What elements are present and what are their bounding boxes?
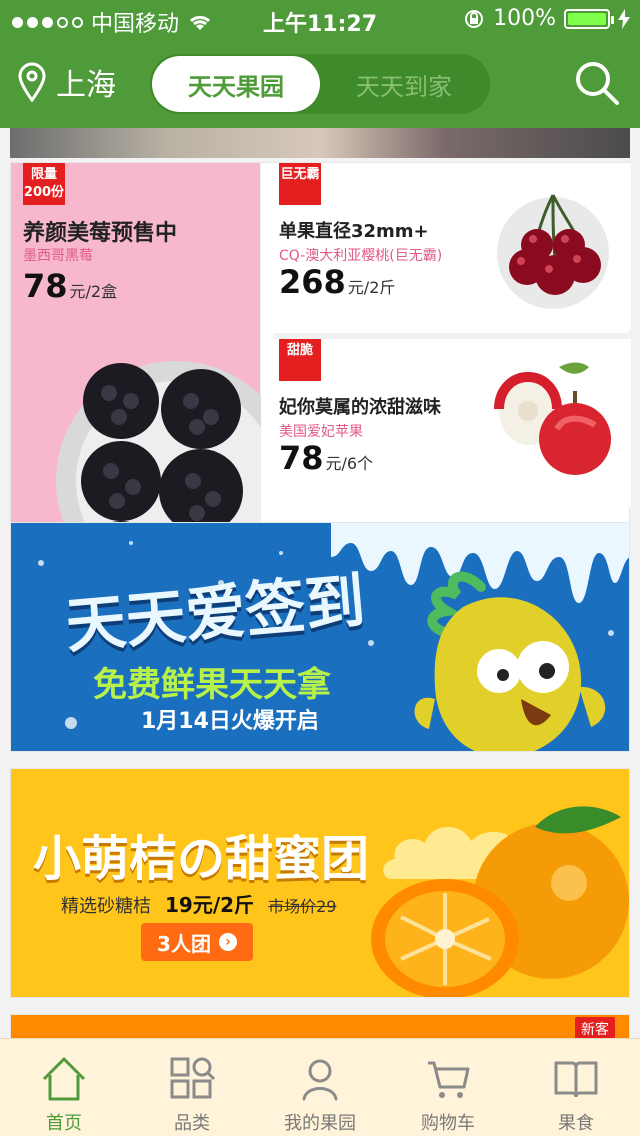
status-right: 100% [463, 6, 630, 31]
product-title: 单果直径32mm+ [279, 221, 429, 242]
cherry-image [497, 194, 609, 309]
product-price: 268 元/2斤 [279, 263, 395, 301]
top-banner-remnant[interactable] [10, 128, 630, 158]
price-value: 78 [23, 267, 68, 305]
top-bar: 中国移动 上午11:27 100% 上海 天天果园 天天到家 [0, 0, 640, 128]
rotation-lock-icon [465, 9, 484, 28]
tab-tiantian-guoyuan[interactable]: 天天果园 [152, 56, 320, 112]
home-icon [42, 1057, 86, 1101]
product-tag: 甜脆 [279, 339, 321, 381]
product-subtitle: 墨西哥黑莓 [23, 248, 93, 264]
mascot-image [414, 571, 606, 751]
city-name: 上海 [56, 68, 116, 103]
search-button[interactable] [572, 58, 622, 108]
group-price: 19元/2斤 [165, 893, 255, 917]
nav-cart[interactable]: 购物车 [384, 1039, 512, 1136]
nav-label: 购物车 [421, 1113, 475, 1134]
product-price: 78 元/6个 [279, 439, 373, 477]
category-icon [170, 1057, 216, 1099]
content-scroll[interactable]: 限量200份 养颜美莓预售中 墨西哥黑莓 78 元/2盒 巨无霸 单果直径32m… [0, 128, 640, 1038]
product-tag-text: 限量200份 [23, 167, 65, 200]
market-price: 市场价29 [268, 897, 337, 916]
book-icon [554, 1061, 598, 1098]
battery-icon [564, 8, 614, 29]
nav-my-orchard[interactable]: 我的果园 [256, 1039, 384, 1136]
banner-headline: 小萌桔の甜蜜团 [33, 831, 370, 887]
product-card-apple[interactable]: 甜脆 妃你莫属的浓甜滋味 美国爱妃苹果 78 元/6个 [273, 339, 631, 507]
price-unit: 元/2斤 [347, 278, 396, 297]
product-tag: 限量200份 [23, 163, 65, 205]
header: 上海 天天果园 天天到家 [0, 46, 640, 124]
price-value: 268 [279, 263, 346, 301]
city-selector[interactable]: 上海 [16, 60, 116, 104]
banner-description: 精选砂糖桔 19元/2斤 市场价29 [61, 889, 336, 918]
group-buy-label: 3人团 [157, 931, 211, 956]
orange-image [371, 806, 629, 997]
product-price: 78 元/2盒 [23, 267, 117, 305]
price-unit: 元/6个 [325, 454, 374, 473]
product-tag-text: 甜脆 [286, 343, 313, 358]
battery-percent: 100% [493, 6, 556, 31]
nav-label: 我的果园 [284, 1113, 356, 1134]
product-tag-text: 巨无霸 [280, 167, 320, 182]
banner-date: 1月14日火爆开启 [141, 709, 319, 734]
charging-icon [618, 8, 630, 29]
location-pin-icon [18, 62, 46, 102]
chevron-right-icon: › [218, 933, 237, 951]
group-buy-button[interactable]: 3人团 › [141, 923, 253, 961]
product-subtitle: 美国爱妃苹果 [279, 424, 363, 440]
tab-tiantian-daojia[interactable]: 天天到家 [320, 56, 488, 112]
profile-icon [302, 1059, 338, 1101]
product-name: 精选砂糖桔 [61, 896, 151, 917]
product-title: 妃你莫属的浓甜滋味 [279, 397, 441, 418]
nav-category[interactable]: 品类 [128, 1039, 256, 1136]
banner-orange-group[interactable]: 小萌桔の甜蜜团 精选砂糖桔 19元/2斤 市场价29 3人团 › [10, 768, 630, 998]
nav-label: 果食 [558, 1113, 594, 1134]
cart-icon [428, 1061, 470, 1098]
product-card-cherry[interactable]: 巨无霸 单果直径32mm+ CQ-澳大利亚樱桃(巨无霸) 268 元/2斤 [273, 163, 631, 331]
banner-new-customer[interactable]: 新客 [10, 1014, 630, 1038]
banner-checkin[interactable]: 天天爱签到 免费鲜果天天拿 1月14日火爆开启 [10, 522, 630, 752]
search-icon [576, 62, 619, 105]
nav-label: 品类 [174, 1113, 210, 1134]
apple-image [494, 362, 611, 475]
product-title: 养颜美莓预售中 [23, 221, 178, 246]
status-bar: 中国移动 上午11:27 100% [0, 0, 640, 40]
price-unit: 元/2盒 [69, 282, 118, 301]
product-tag: 巨无霸 [279, 163, 321, 205]
nav-home[interactable]: 首页 [0, 1039, 128, 1136]
price-value: 78 [279, 439, 324, 477]
bottom-navigation: 首页 品类 我的果园 购物车 果食 [0, 1038, 640, 1136]
store-switch: 天天果园 天天到家 [150, 54, 490, 114]
new-customer-badge: 新客 [575, 1017, 615, 1038]
banner-subheadline: 免费鲜果天天拿 [93, 665, 331, 705]
nav-label: 首页 [46, 1113, 82, 1134]
nav-recipes[interactable]: 果食 [512, 1039, 640, 1136]
product-subtitle: CQ-澳大利亚樱桃(巨无霸) [279, 248, 443, 264]
